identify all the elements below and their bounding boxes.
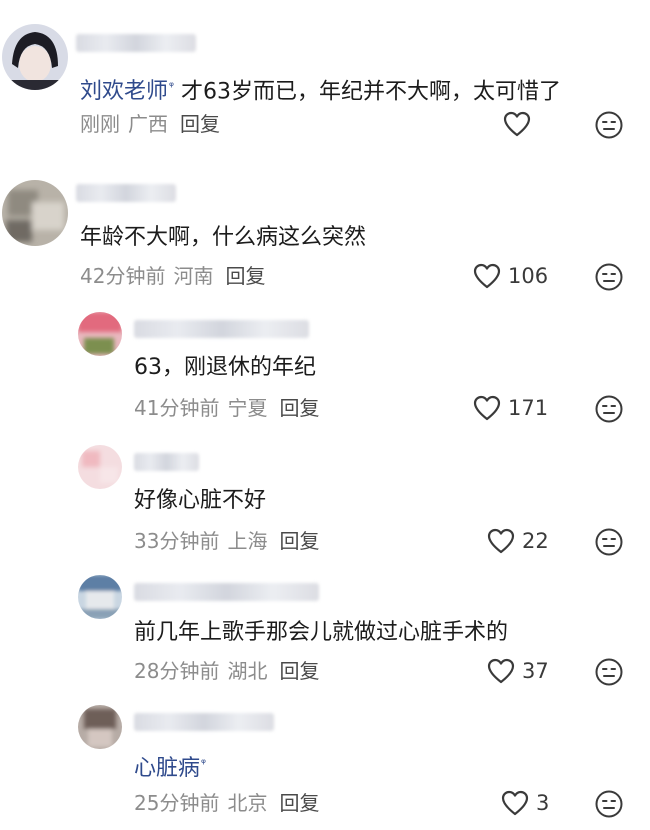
location: 上海 [227,529,268,553]
avatar[interactable] [78,445,122,489]
reply-button[interactable]: 回复 [279,396,319,420]
like-count: 37 [522,659,549,683]
comment-meta: 42分钟前 河南 回复 [80,264,273,288]
mention-link[interactable]: 心脏病ᵠ [134,756,206,781]
timestamp: 25分钟前 [134,791,220,815]
comment-meta: 刚刚 广西 回复 [80,112,228,136]
heart-outline-icon [473,263,501,289]
location: 湖北 [227,659,268,683]
avatar[interactable] [2,180,68,246]
reply-item: 好像心脏不好 33分钟前 上海 回复 22 [0,435,650,565]
location: 北京 [227,791,268,815]
magnifier-mention-icon: ᵠ [169,79,175,93]
like-count: 3 [536,791,550,815]
username-blurred[interactable] [134,583,319,601]
reply-button[interactable]: 回复 [225,264,265,288]
comment-text: 63，刚退休的年纪 [134,355,316,380]
mention-link[interactable]: 刘欢老师ᵠ [80,79,174,104]
comment-text: 好像心脏不好 [134,488,267,513]
avatar[interactable] [2,24,68,90]
comment-meta: 41分钟前 宁夏 回复 [134,396,327,420]
location: 宁夏 [227,396,268,420]
timestamp: 42分钟前 [80,264,166,288]
username-blurred[interactable] [134,320,309,338]
like-button[interactable]: 171 [472,394,548,422]
timestamp: 41分钟前 [134,396,220,420]
reply-button[interactable]: 回复 [279,791,319,815]
neutral-face-icon[interactable] [594,110,624,140]
comment-text: 年龄不大啊，什么病这么突然 [80,225,367,250]
location: 广西 [128,112,168,136]
avatar[interactable] [78,705,122,749]
like-button[interactable]: 22 [486,527,549,555]
username-blurred[interactable] [76,34,196,52]
like-button[interactable]: 106 [472,262,548,290]
username-blurred[interactable] [76,184,176,202]
comment-meta: 28分钟前 湖北 回复 [134,659,327,683]
neutral-face-icon[interactable] [594,527,624,557]
neutral-face-icon[interactable] [594,657,624,687]
timestamp: 刚刚 [80,112,120,136]
username-blurred[interactable] [134,713,274,731]
reply-button[interactable]: 回复 [279,529,319,553]
heart-outline-icon [487,528,515,554]
comment-text: 心脏病ᵠ [134,749,206,783]
neutral-face-icon[interactable] [594,394,624,424]
comment-meta: 33分钟前 上海 回复 [134,529,327,553]
neutral-face-icon[interactable] [594,789,624,819]
like-count: 106 [508,264,549,288]
like-count: 171 [508,396,549,420]
comment-item: 刘欢老师ᵠ 才63岁而已，年纪并不大啊，太可惜了 刚刚 广西 回复 [0,0,650,160]
comment-meta: 25分钟前 北京 回复 [134,791,327,815]
like-count: 22 [522,529,549,553]
reply-item: 心脏病ᵠ 25分钟前 北京 回复 3 [0,697,650,830]
like-button[interactable]: 37 [486,657,549,685]
heart-outline-icon [473,395,501,421]
heart-outline-icon [501,790,529,816]
username-blurred[interactable] [134,453,199,471]
like-button[interactable]: 3 [500,789,549,817]
heart-outline-icon [487,658,515,684]
reply-item: 63，刚退休的年纪 41分钟前 宁夏 回复 171 [0,300,650,435]
avatar[interactable] [78,312,122,356]
like-button[interactable] [502,110,538,138]
comment-text: 前几年上歌手那会儿就做过心脏手术的 [134,620,509,645]
reply-item: 前几年上歌手那会儿就做过心脏手术的 28分钟前 湖北 回复 37 [0,565,650,697]
reply-button[interactable]: 回复 [180,112,220,136]
reply-button[interactable]: 回复 [279,659,319,683]
neutral-face-icon[interactable] [594,262,624,292]
comment-text: 刘欢老师ᵠ 才63岁而已，年纪并不大啊，太可惜了 [80,72,561,106]
heart-outline-icon [503,111,531,137]
location: 河南 [173,264,214,288]
magnifier-mention-icon: ᵠ [201,756,207,770]
timestamp: 33分钟前 [134,529,220,553]
timestamp: 28分钟前 [134,659,220,683]
avatar[interactable] [78,575,122,619]
comment-item: 年龄不大啊，什么病这么突然 42分钟前 河南 回复 106 [0,160,650,300]
